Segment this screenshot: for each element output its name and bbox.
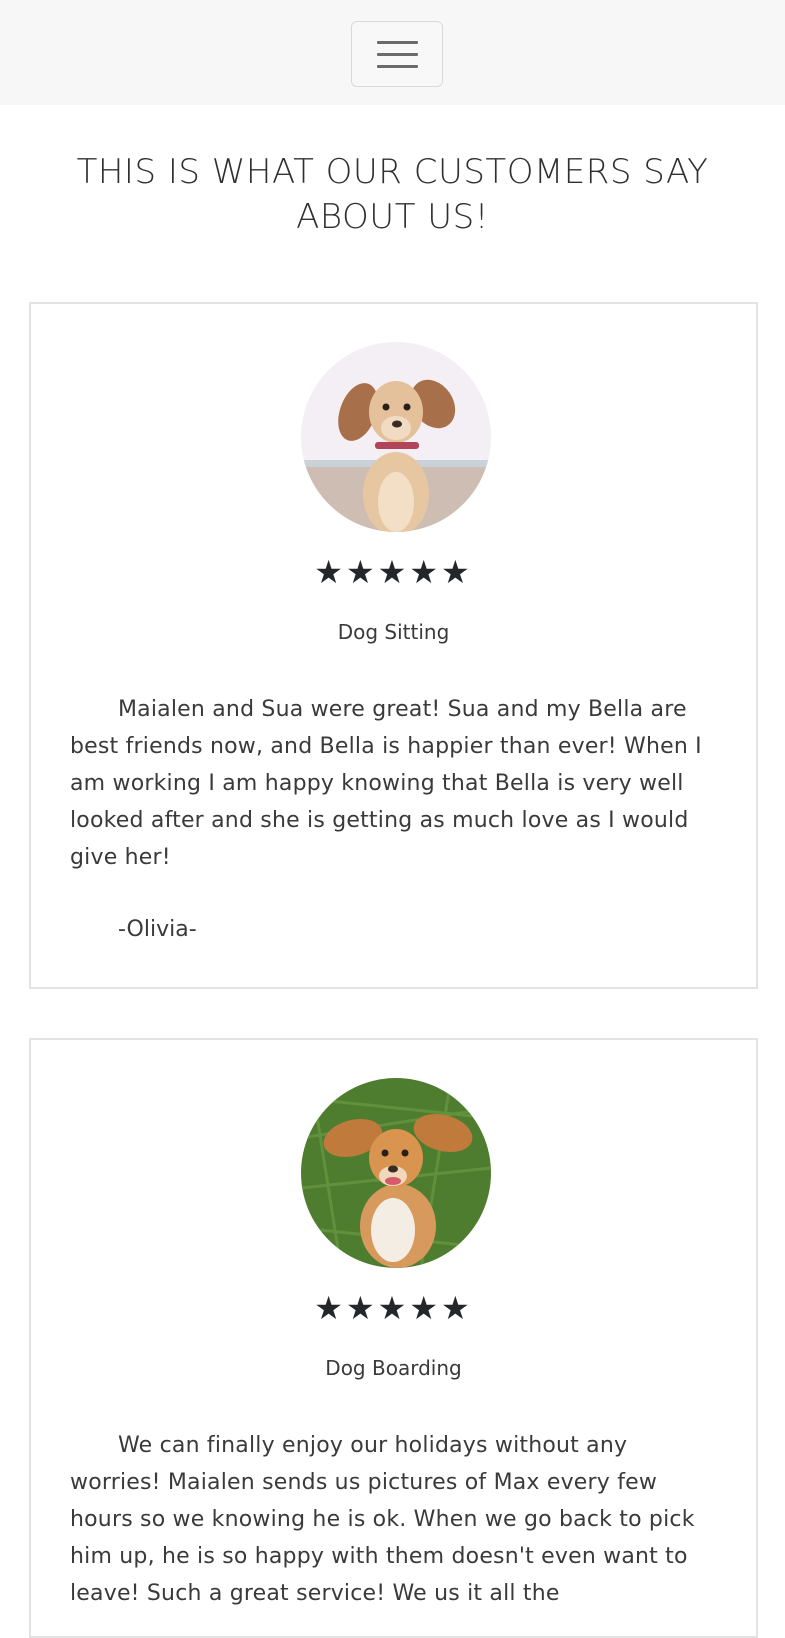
dog-photo [301,342,491,532]
review-text: Maialen and Sua were great! Sua and my B… [70,697,702,870]
hamburger-menu-icon [377,41,418,44]
review-author: -Olivia- [118,917,197,942]
page-title: THIS IS WHAT OUR CUSTOMERS SAY ABOUT US! [76,152,709,237]
navbar [0,0,785,105]
service-label: Dog Sitting [337,620,450,644]
testimonial-card: ★★★★★ Dog Sitting Maialen and Sua were g… [29,302,758,989]
testimonial-card: ★★★★★ Dog Boarding We can finally enjoy … [29,1038,758,1638]
rating-stars: ★★★★★ [314,1289,473,1327]
service-label: Dog Boarding [325,1356,462,1380]
hamburger-menu-icon-bar [377,65,418,68]
dog-photo [301,1078,491,1268]
hamburger-menu-icon-bar [377,53,418,56]
rating-stars: ★★★★★ [314,553,473,591]
review-text: We can finally enjoy our holidays withou… [70,1433,695,1606]
menu-toggle-button[interactable] [351,21,443,87]
